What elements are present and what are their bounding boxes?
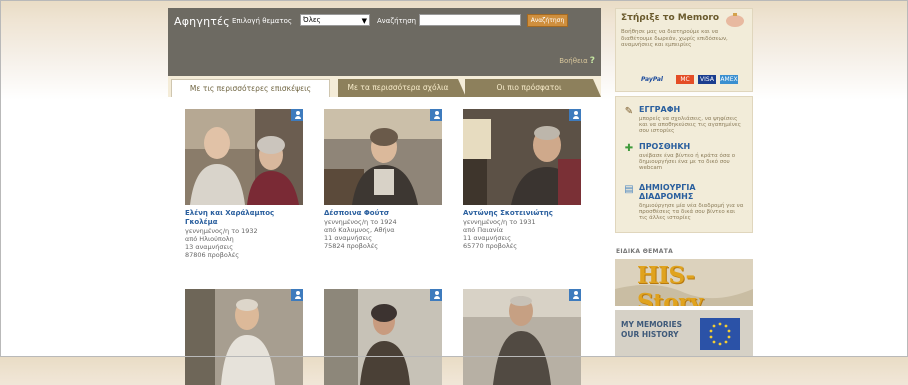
narrator-views: 65770 προβολές <box>463 242 518 250</box>
video-still <box>185 109 303 205</box>
page-title: Αφηγητές <box>174 15 230 28</box>
eu-flag-icon <box>700 318 740 350</box>
user-icon <box>291 289 303 301</box>
tab-most-comments[interactable]: Με τα περισσότερα σχόλια <box>338 79 466 97</box>
chevron-down-icon: ▼ <box>361 17 367 25</box>
video-still <box>185 289 303 385</box>
user-icon <box>291 109 303 121</box>
visa-logo: VISA <box>698 75 716 84</box>
nav-register[interactable]: ✎ ΕΓΓΡΑΦΗ μπορείς να σχολιάσεις, να ψηφί… <box>619 105 749 139</box>
tab-bar: Με τις περισσότερες επισκέψεις Με τα περ… <box>168 76 601 97</box>
category-select[interactable]: Όλες ▼ <box>300 14 370 26</box>
piggy-bank-icon <box>726 13 744 27</box>
category-label: Επιλογή θεματος <box>232 17 292 25</box>
support-box: Στήριξε το Memoro Βοήθησε μας να διατηρο… <box>615 8 753 92</box>
search-button[interactable]: Αναζήτηση <box>527 14 568 27</box>
video-still <box>463 289 581 385</box>
nav-register-desc: μπορείς να σχολιάσεις, να ψηφίσεις και ν… <box>639 116 741 134</box>
category-select-value: Όλες <box>303 16 321 24</box>
help-label: Βοήθεια <box>559 57 588 65</box>
narrator-grid: Ελένη και Χαράλαμπος Γκολέμα γεννημένος/… <box>168 97 601 385</box>
his-story-logo: HIS-Story <box>637 262 703 306</box>
search-label: Αναζήτηση <box>377 17 417 25</box>
narrator-origin: από Παιανία <box>463 226 504 234</box>
sidebar: Στήριξε το Memoro Βοήθησε μας να διατηρο… <box>615 8 753 357</box>
user-add-icon: ✚ <box>624 143 634 154</box>
narrator-name[interactable]: Αντώνης Σκοτεινιώτης <box>463 209 583 218</box>
user-icon <box>430 289 442 301</box>
narrator-name[interactable]: Δέσποινα Φούτσ <box>324 209 444 218</box>
video-still <box>324 289 442 385</box>
search-input[interactable] <box>419 14 521 26</box>
my-memories-text: MY MEMORIES OUR HISTORY <box>621 320 683 339</box>
playlist-icon: ▤ <box>624 184 634 195</box>
user-icon <box>569 109 581 121</box>
user-icon <box>430 109 442 121</box>
nav-add-desc: ανέβασε ένα βίντεο ή κράτα όσα ο δημιουρ… <box>639 153 736 171</box>
amex-logo: AMEX <box>720 75 738 84</box>
narrator-memories: 11 αναμνήσεις <box>463 234 512 242</box>
narrator-thumbnail[interactable] <box>324 289 442 385</box>
narrator-memories: 13 αναμνήσεις <box>185 243 234 251</box>
support-text: Βοήθησε μας να διατηρούμε και να διαθέτο… <box>621 29 728 48</box>
user-icon <box>569 289 581 301</box>
support-title: Στήριξε το Memoro <box>621 13 720 23</box>
pencil-icon: ✎ <box>624 106 634 117</box>
narrator-birth: γεννημένος/η το 1932 <box>185 227 258 235</box>
nav-register-title: ΕΓΓΡΑΦΗ <box>639 105 681 114</box>
nav-create-path-desc: δημιούργησε μία νέα διαδρομή για να προσ… <box>639 203 744 221</box>
help-icon: ? <box>589 56 595 66</box>
narrator-origin: από Καλυμνος, Αθήνα <box>324 226 395 234</box>
his-story-banner[interactable]: HIS-Story <box>615 259 753 306</box>
video-still <box>324 109 442 205</box>
help-link[interactable]: Βοήθεια? <box>559 56 595 66</box>
nav-add[interactable]: ✚ ΠΡΟΣΘΗΚΗ ανέβασε ένα βίντεο ή κράτα όσ… <box>619 142 749 180</box>
my-memories-banner[interactable]: MY MEMORIES OUR HISTORY <box>615 310 753 357</box>
tab-most-visited[interactable]: Με τις περισσότερες επισκέψεις <box>171 79 330 97</box>
narrator-origin: από Ηλιούπολη <box>185 235 234 243</box>
narrator-birth: γεννημένος/η το 1931 <box>463 218 536 226</box>
paypal-logo[interactable]: PayPal <box>636 75 668 84</box>
narrator-birth: γεννημένος/η το 1924 <box>324 218 397 226</box>
narrator-thumbnail[interactable] <box>463 289 581 385</box>
nav-create-path-title: ΔΗΜΙΟΥΡΓΙΑ ΔΙΑΔΡΟΜΗΣ <box>639 183 696 201</box>
narrator-thumbnail[interactable] <box>324 109 442 205</box>
narrator-views: 75824 προβολές <box>324 242 379 250</box>
action-box: ✎ ΕΓΓΡΑΦΗ μπορείς να σχολιάσεις, να ψηφί… <box>615 96 753 233</box>
nav-create-path[interactable]: ▤ ΔΗΜΙΟΥΡΓΙΑ ΔΙΑΔΡΟΜΗΣ δημιούργησε μία ν… <box>619 183 749 229</box>
mastercard-logo: MC <box>676 75 694 84</box>
tab-most-recent[interactable]: Οι πιο πρόσφατοι <box>465 79 601 97</box>
main-column: Αφηγητές Επιλογή θεματος Όλες ▼ Αναζήτησ… <box>168 8 601 385</box>
narrator-thumbnail[interactable] <box>185 289 303 385</box>
narrator-views: 87806 προβολές <box>185 251 240 259</box>
video-still <box>463 109 581 205</box>
narrator-thumbnail[interactable] <box>185 109 303 205</box>
narrator-name[interactable]: Ελένη και Χαράλαμπος Γκολέμα <box>185 209 305 227</box>
narrator-memories: 11 αναμνήσεις <box>324 234 373 242</box>
nav-add-title: ΠΡΟΣΘΗΚΗ <box>639 142 691 151</box>
narrator-thumbnail[interactable] <box>463 109 581 205</box>
special-topics-title: ΕΙΔΙΚΑ ΘΕΜΑΤΑ <box>616 248 674 255</box>
header-bar: Αφηγητές Επιλογή θεματος Όλες ▼ Αναζήτησ… <box>168 8 601 76</box>
